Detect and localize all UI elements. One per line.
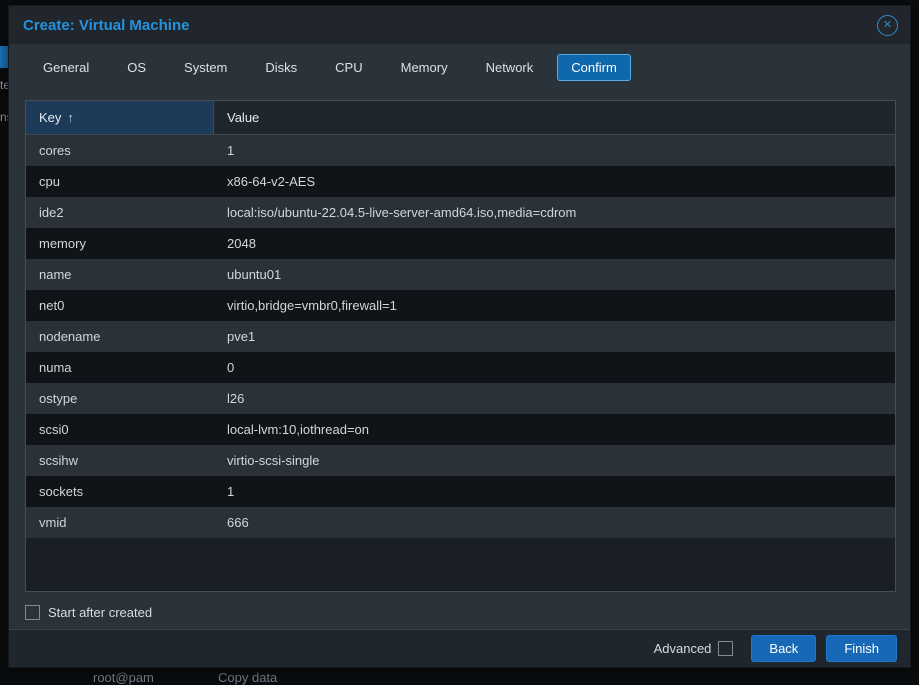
tab-system[interactable]: System xyxy=(170,54,241,81)
row-value: pve1 xyxy=(214,329,895,344)
table-row[interactable]: ide2 local:iso/ubuntu-22.04.5-live-serve… xyxy=(26,197,895,228)
row-key: cores xyxy=(26,143,214,158)
row-value: x86-64-v2-AES xyxy=(214,174,895,189)
close-button[interactable]: ✕ xyxy=(877,15,898,36)
table-row[interactable]: nodename pve1 xyxy=(26,321,895,352)
tab-memory[interactable]: Memory xyxy=(387,54,462,81)
row-value: local:iso/ubuntu-22.04.5-live-server-amd… xyxy=(214,205,895,220)
row-value: 1 xyxy=(214,143,895,158)
table-row[interactable]: memory 2048 xyxy=(26,228,895,259)
background-highlight-sliver xyxy=(0,46,8,68)
table-body: cores 1 cpu x86-64-v2-AES ide2 local:iso… xyxy=(26,135,895,591)
back-button[interactable]: Back xyxy=(751,635,816,662)
tab-bar: General OS System Disks CPU Memory Network Conf… xyxy=(9,44,910,90)
background-fragment-copy-data: Copy data xyxy=(218,670,277,685)
footer-toolbar: Advanced Back Finish xyxy=(9,629,910,667)
close-icon: ✕ xyxy=(883,20,892,31)
tab-os[interactable]: OS xyxy=(113,54,160,81)
row-key: net0 xyxy=(26,298,214,313)
row-key: nodename xyxy=(26,329,214,344)
create-vm-dialog: Create: Virtual Machine ✕ General OS Syste… xyxy=(8,5,911,668)
column-header-key[interactable]: Key ↑ xyxy=(26,101,214,134)
tab-cpu[interactable]: CPU xyxy=(321,54,376,81)
advanced-group: Advanced xyxy=(654,641,734,656)
row-key: numa xyxy=(26,360,214,375)
table-row[interactable]: cores 1 xyxy=(26,135,895,166)
dialog-titlebar: Create: Virtual Machine ✕ xyxy=(9,6,910,44)
row-key: scsihw xyxy=(26,453,214,468)
row-value: l26 xyxy=(214,391,895,406)
table-row[interactable]: name ubuntu01 xyxy=(26,259,895,290)
row-value: 0 xyxy=(214,360,895,375)
start-after-created-label: Start after created xyxy=(48,605,152,620)
advanced-label: Advanced xyxy=(654,641,712,656)
row-value: virtio-scsi-single xyxy=(214,453,895,468)
row-value: 666 xyxy=(214,515,895,530)
confirm-panel: Key ↑ Value cores 1 cpu x86-64-v2-AES id… xyxy=(9,90,910,629)
row-key: cpu xyxy=(26,174,214,189)
row-value: 1 xyxy=(214,484,895,499)
table-row[interactable]: sockets 1 xyxy=(26,476,895,507)
background-fragment-root-pam: root@pam xyxy=(93,670,154,685)
table-row[interactable]: ostype l26 xyxy=(26,383,895,414)
tab-disks[interactable]: Disks xyxy=(251,54,311,81)
dialog-title: Create: Virtual Machine xyxy=(23,17,189,34)
table-header: Key ↑ Value xyxy=(26,101,895,135)
finish-button[interactable]: Finish xyxy=(826,635,897,662)
table-row[interactable]: scsi0 local-lvm:10,iothread=on xyxy=(26,414,895,445)
table-row[interactable]: scsihw virtio-scsi-single xyxy=(26,445,895,476)
table-row[interactable]: vmid 666 xyxy=(26,507,895,538)
row-value: virtio,bridge=vmbr0,firewall=1 xyxy=(214,298,895,313)
confirm-table: Key ↑ Value cores 1 cpu x86-64-v2-AES id… xyxy=(25,100,896,592)
row-key: memory xyxy=(26,236,214,251)
row-value: ubuntu01 xyxy=(214,267,895,282)
sort-ascending-icon: ↑ xyxy=(67,110,74,125)
table-row[interactable]: numa 0 xyxy=(26,352,895,383)
advanced-checkbox[interactable] xyxy=(718,641,733,656)
row-value: local-lvm:10,iothread=on xyxy=(214,422,895,437)
row-key: sockets xyxy=(26,484,214,499)
row-key: vmid xyxy=(26,515,214,530)
tab-general[interactable]: General xyxy=(29,54,103,81)
row-key: ide2 xyxy=(26,205,214,220)
start-after-created-row: Start after created xyxy=(25,605,896,620)
column-header-value-label: Value xyxy=(227,110,259,125)
tab-confirm[interactable]: Confirm xyxy=(557,54,631,81)
row-value: 2048 xyxy=(214,236,895,251)
table-row[interactable]: cpu x86-64-v2-AES xyxy=(26,166,895,197)
table-row[interactable]: net0 virtio,bridge=vmbr0,firewall=1 xyxy=(26,290,895,321)
row-key: ostype xyxy=(26,391,214,406)
start-after-created-checkbox[interactable] xyxy=(25,605,40,620)
column-header-key-label: Key xyxy=(39,110,61,125)
tab-network[interactable]: Network xyxy=(472,54,548,81)
column-header-value[interactable]: Value xyxy=(214,101,895,134)
row-key: name xyxy=(26,267,214,282)
row-key: scsi0 xyxy=(26,422,214,437)
